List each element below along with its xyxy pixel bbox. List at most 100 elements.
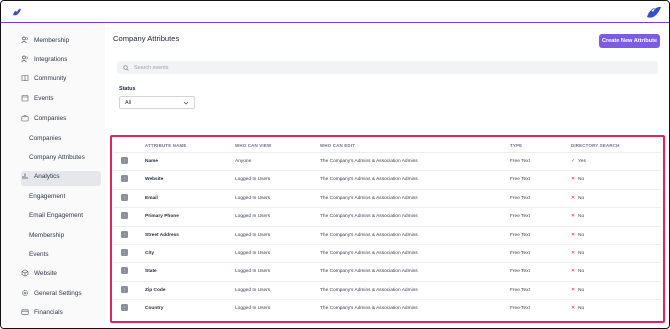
attribute-type: Free Text <box>510 232 530 238</box>
attribute-type: Free Text <box>510 195 530 201</box>
status-label: Status <box>119 86 136 92</box>
who-can-view: Logged In Users <box>235 214 271 220</box>
table-row[interactable]: ⋮ Zip Code Logged In Users The Company's Ad… <box>113 280 661 299</box>
sidebar-item-analytics-membership[interactable]: Membership <box>29 228 64 242</box>
x-icon: ✕ <box>571 232 576 238</box>
sidebar-item-analytics[interactable]: Analytics <box>21 169 60 183</box>
search-input[interactable]: Search events <box>134 65 168 71</box>
sidebar-item-companies-sub[interactable]: Companies <box>29 131 61 145</box>
users-icon <box>21 55 29 63</box>
attribute-type: Free Text <box>510 177 530 183</box>
create-new-attribute-button[interactable]: Create New Attribute <box>599 34 660 48</box>
x-icon: ✕ <box>571 306 576 312</box>
sidebar: Membership Integrations Community Events… <box>1 23 105 328</box>
directory-search: ✕ No <box>571 269 584 274</box>
table-row[interactable]: ⋮ Primary Phone Logged In Users The Company… <box>113 207 661 225</box>
column-header-type: TYPE <box>510 143 523 148</box>
attribute-name: Primary Phone <box>145 214 179 220</box>
drag-handle-icon[interactable]: ⋮ <box>121 230 128 238</box>
sidebar-item-label: Companies <box>34 114 67 122</box>
directory-search: ✓ Yes <box>571 159 586 164</box>
attribute-name: State <box>145 269 157 275</box>
attribute-name: Website <box>145 177 164 183</box>
sidebar-item-label: Events <box>34 94 54 102</box>
directory-search-value: Yes <box>578 159 586 164</box>
table-row[interactable]: ⋮ Street Address Logged In Users The Compan… <box>113 225 661 244</box>
attribute-name: Email <box>145 195 158 201</box>
who-can-edit: The Company's Admins & Association Admin… <box>320 251 418 256</box>
status-value: All <box>125 99 131 106</box>
drag-handle-icon[interactable]: ⋮ <box>121 304 128 312</box>
sidebar-item-website[interactable]: Website <box>21 266 57 280</box>
sidebar-item-engagement[interactable]: Engagement <box>29 189 65 203</box>
attribute-name: Name <box>145 159 159 164</box>
directory-search-value: No <box>578 287 585 293</box>
sidebar-item-company-attributes[interactable]: Company Attributes <box>29 150 85 164</box>
directory-search: ✕ No <box>571 288 584 293</box>
table-row[interactable]: ⋮ Country Logged In Users The Company's Adm… <box>113 299 661 317</box>
sidebar-item-financials[interactable]: Financials <box>21 305 63 319</box>
sidebar-item-community[interactable]: Community <box>21 71 66 85</box>
drag-handle-icon[interactable]: ⋮ <box>121 285 128 293</box>
flock-logo-icon[interactable] <box>11 6 23 18</box>
sidebar-item-membership[interactable]: Membership <box>21 33 69 47</box>
who-can-view: Logged In Users <box>235 251 271 256</box>
search-bar[interactable]: Search events <box>117 61 658 74</box>
table-row[interactable]: ⋮ City Logged In Users The Company's Admins… <box>113 244 661 262</box>
table-row[interactable]: ⋮ State Logged In Users The Company's Admin… <box>113 262 661 280</box>
who-can-view: Logged In Users <box>235 269 271 275</box>
sidebar-item-label: Membership <box>34 36 70 44</box>
attribute-type: Free Text <box>510 159 530 164</box>
x-icon: ✕ <box>571 177 576 183</box>
x-icon: ✕ <box>571 195 576 201</box>
attribute-name: Zip Code <box>145 287 166 293</box>
sidebar-item-companies[interactable]: Companies <box>21 111 66 125</box>
drag-handle-icon[interactable]: ⋮ <box>121 193 128 201</box>
directory-search: ✕ No <box>571 251 584 256</box>
drag-handle-icon[interactable]: ⋮ <box>121 175 128 183</box>
attribute-type: Free Text <box>510 287 530 293</box>
attribute-type: Free Text <box>510 214 530 220</box>
directory-search: ✕ No <box>571 214 584 219</box>
directory-search: ✕ No <box>571 196 584 201</box>
x-icon: ✕ <box>571 287 576 293</box>
sidebar-item-email-engagement[interactable]: Email Engagement <box>29 208 83 222</box>
sidebar-item-events[interactable]: Events <box>21 91 54 105</box>
drag-handle-icon[interactable]: ⋮ <box>121 212 128 220</box>
attribute-type: Free Text <box>510 269 530 275</box>
x-icon: ✕ <box>571 269 576 275</box>
page-title: Company Attributes <box>113 34 180 43</box>
users-icon <box>21 36 29 44</box>
sidebar-item-analytics-events[interactable]: Events <box>29 247 49 261</box>
sidebar-item-integrations[interactable]: Integrations <box>21 52 67 66</box>
column-header-who-can-edit: WHO CAN EDIT <box>320 143 356 148</box>
directory-search-value: No <box>578 232 585 238</box>
who-can-view: Logged In Users <box>235 177 271 183</box>
sidebar-item-label: Financials <box>34 308 63 316</box>
sidebar-item-label: Community <box>34 74 67 82</box>
table-row[interactable]: ⋮ Website Logged In Users The Company's Adm… <box>113 170 661 188</box>
calendar-icon <box>21 94 29 102</box>
directory-search-value: No <box>578 214 585 220</box>
status-select[interactable]: All <box>119 96 195 109</box>
globe-icon <box>21 269 29 277</box>
sidebar-item-general-settings[interactable]: General Settings <box>21 286 82 300</box>
app-window: Membership Integrations Community Events… <box>0 0 670 329</box>
table-row[interactable]: ⋮ Name Anyone The Company's Admins & Associ… <box>113 152 661 170</box>
who-can-edit: The Company's Admins & Association Admin… <box>320 214 418 220</box>
main-content: Company Attributes Create New Attribute … <box>105 23 669 328</box>
x-icon: ✕ <box>571 251 576 256</box>
x-icon: ✕ <box>571 214 576 220</box>
who-can-edit: The Company's Admins & Association Admin… <box>320 159 418 164</box>
search-icon <box>123 64 129 71</box>
top-bar <box>1 1 669 23</box>
table-row[interactable]: ⋮ Email Logged In Users The Company's Admin… <box>113 188 661 207</box>
drag-handle-icon[interactable]: ⋮ <box>121 267 128 275</box>
drag-handle-icon[interactable]: ⋮ <box>121 249 128 256</box>
who-can-edit: The Company's Admins & Association Admin… <box>320 195 418 201</box>
drag-handle-icon[interactable]: ⋮ <box>121 157 128 164</box>
flock-logo-icon[interactable] <box>645 3 663 21</box>
directory-search-value: No <box>578 269 585 275</box>
who-can-edit: The Company's Admins & Association Admin… <box>320 306 418 312</box>
gear-icon <box>21 289 29 297</box>
